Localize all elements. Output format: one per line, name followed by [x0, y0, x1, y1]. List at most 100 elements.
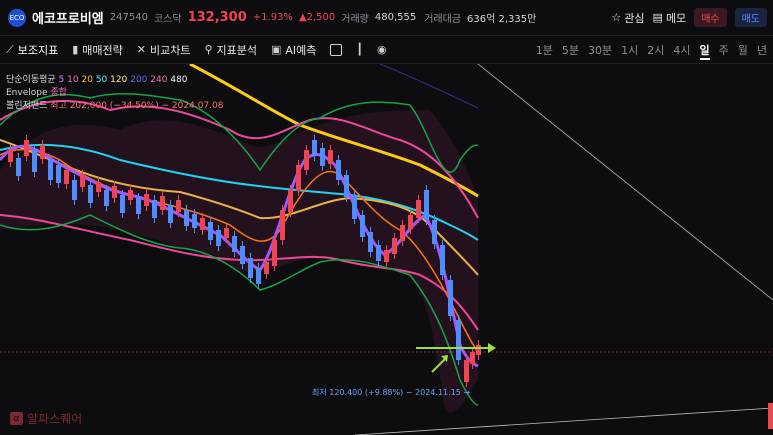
candle-body: [352, 195, 357, 219]
candle-body: [408, 215, 413, 229]
candle-body: [470, 352, 475, 364]
period-month[interactable]: 월: [738, 42, 748, 60]
ma-480: 480: [170, 75, 188, 85]
trend-line-upper[interactable]: [477, 63, 773, 301]
candle-body: [56, 165, 61, 183]
candle-body: [384, 250, 389, 262]
memo-button[interactable]: ▤ 메모: [653, 10, 687, 26]
ai-chip-icon: ▣: [270, 43, 282, 56]
candle-body: [16, 158, 21, 176]
trend-line-lower[interactable]: [354, 407, 773, 435]
change-abs: ▲2,500: [298, 12, 336, 23]
candle-body: [312, 140, 317, 156]
candle-body: [456, 320, 461, 360]
tool-indicators[interactable]: ⟋ 보조지표: [6, 42, 58, 58]
candle-body: [168, 205, 173, 223]
period-year[interactable]: 년: [757, 42, 767, 60]
period-2h[interactable]: 2시: [647, 42, 664, 60]
price-chart[interactable]: [0, 62, 773, 435]
candle-body: [280, 210, 285, 240]
tool-compare[interactable]: ✕ 비교차트: [137, 42, 191, 58]
period-1min[interactable]: 1분: [536, 42, 553, 60]
period-day[interactable]: 일: [699, 42, 710, 60]
cross-arrows-icon: ✕: [136, 43, 146, 56]
ma-50: 50: [95, 75, 108, 85]
screenshot-tool[interactable]: ◉: [377, 43, 387, 56]
period-5min[interactable]: 5분: [562, 42, 579, 60]
candle-body: [476, 345, 481, 355]
memo-label: 메모: [665, 11, 687, 25]
candle-body: [184, 210, 189, 226]
bollinger-fill: [0, 110, 478, 413]
period-selector: 1분 5분 30분 1시 2시 4시 일 주 월 년: [536, 42, 767, 60]
indicator-legend: 단순이동평균 5 10 20 50 120 200 240 480 Envelo…: [6, 74, 223, 113]
candle-body: [216, 230, 221, 246]
watermark-text: 알파스퀘어: [27, 412, 83, 426]
candle-body: [232, 236, 237, 252]
tool-label: 지표분석: [216, 43, 257, 57]
volume-value: 480,555: [374, 12, 417, 23]
candle-body: [96, 182, 101, 192]
candle-body: [296, 165, 301, 191]
alphasquare-logo-icon: α: [10, 412, 23, 425]
candle-body: [464, 360, 469, 382]
candle-body: [336, 160, 341, 180]
ma-legend-row[interactable]: 단순이동평균 5 10 20 50 120 200 240 480: [6, 74, 223, 87]
candle-body: [344, 175, 349, 197]
tool-ai-predict[interactable]: ▣ AI예측: [271, 42, 316, 58]
candle-body: [400, 225, 405, 241]
candle-body: [432, 220, 437, 244]
candle-body: [64, 170, 69, 184]
candle-body: [224, 228, 229, 238]
tool-label: AI예측: [285, 43, 317, 57]
amount-value: 636억 2,335만: [467, 14, 537, 25]
period-4h[interactable]: 4시: [673, 42, 690, 60]
stock-code: 247540: [109, 12, 148, 23]
memo-icon: ▤: [652, 11, 663, 24]
candle-tool[interactable]: ┃: [356, 43, 363, 56]
stock-header: ECO 에코프로비엠 247540 코스닥 132,300 +1.93% ▲2,…: [0, 0, 773, 36]
candle-body: [128, 190, 133, 200]
period-week[interactable]: 주: [719, 42, 729, 60]
candle-body: [24, 140, 29, 156]
period-30min[interactable]: 30분: [588, 42, 612, 60]
candle-body: [264, 262, 269, 274]
candle-body: [360, 215, 365, 237]
candle-body: [448, 280, 453, 316]
ma-5: 5: [58, 75, 65, 85]
chart-canvas[interactable]: [0, 62, 773, 435]
interest-label: 관심: [624, 11, 645, 25]
envelope-legend-row[interactable]: Envelope 종합: [6, 87, 223, 100]
candle-body: [208, 222, 213, 240]
tool-strategy[interactable]: ▮ 매매전략: [72, 42, 123, 58]
volume-label: 거래량: [341, 14, 369, 25]
tool-analysis[interactable]: ⚲ 지표분석: [204, 42, 257, 58]
ma-120: 120: [110, 75, 128, 85]
candle-body: [152, 200, 157, 218]
candle-body: [112, 186, 117, 198]
chart-toolbar: ⟋ 보조지표 ▮ 매매전략 ✕ 비교차트 ⚲ 지표분석 ▣ AI예측 ┃ ◉ 1…: [0, 36, 773, 64]
sell-button[interactable]: 매도: [734, 8, 767, 27]
candlestick-icon: ┃: [356, 43, 364, 56]
candle-body: [328, 150, 333, 164]
buy-button[interactable]: 매수: [694, 8, 727, 27]
candle-body: [440, 245, 445, 275]
candle-body: [392, 238, 397, 254]
stock-name[interactable]: 에코프로비엠: [32, 8, 104, 27]
period-1h[interactable]: 1시: [621, 42, 638, 60]
stock-logo: ECO: [8, 8, 26, 27]
ma-200: 200: [130, 75, 148, 85]
candle-body: [320, 148, 325, 166]
current-price: 132,300: [187, 10, 247, 25]
ma-label: 단순이동평균: [6, 75, 56, 85]
analysis-icon: ⚲: [204, 43, 213, 56]
bollinger-label: 볼린저밴드: [6, 101, 48, 111]
square-icon[interactable]: [330, 43, 343, 56]
tool-label: 비교차트: [149, 43, 191, 57]
candle-body: [80, 175, 85, 187]
bollinger-legend-row[interactable]: 볼린저밴드 최고 202,000 (−34.50%) − 2024.07.08: [6, 100, 223, 113]
interest-button[interactable]: ☆ 관심: [611, 10, 644, 26]
amount-label: 거래대금: [424, 14, 462, 25]
candle-body: [104, 190, 109, 206]
price-axis-marker: [768, 403, 773, 429]
